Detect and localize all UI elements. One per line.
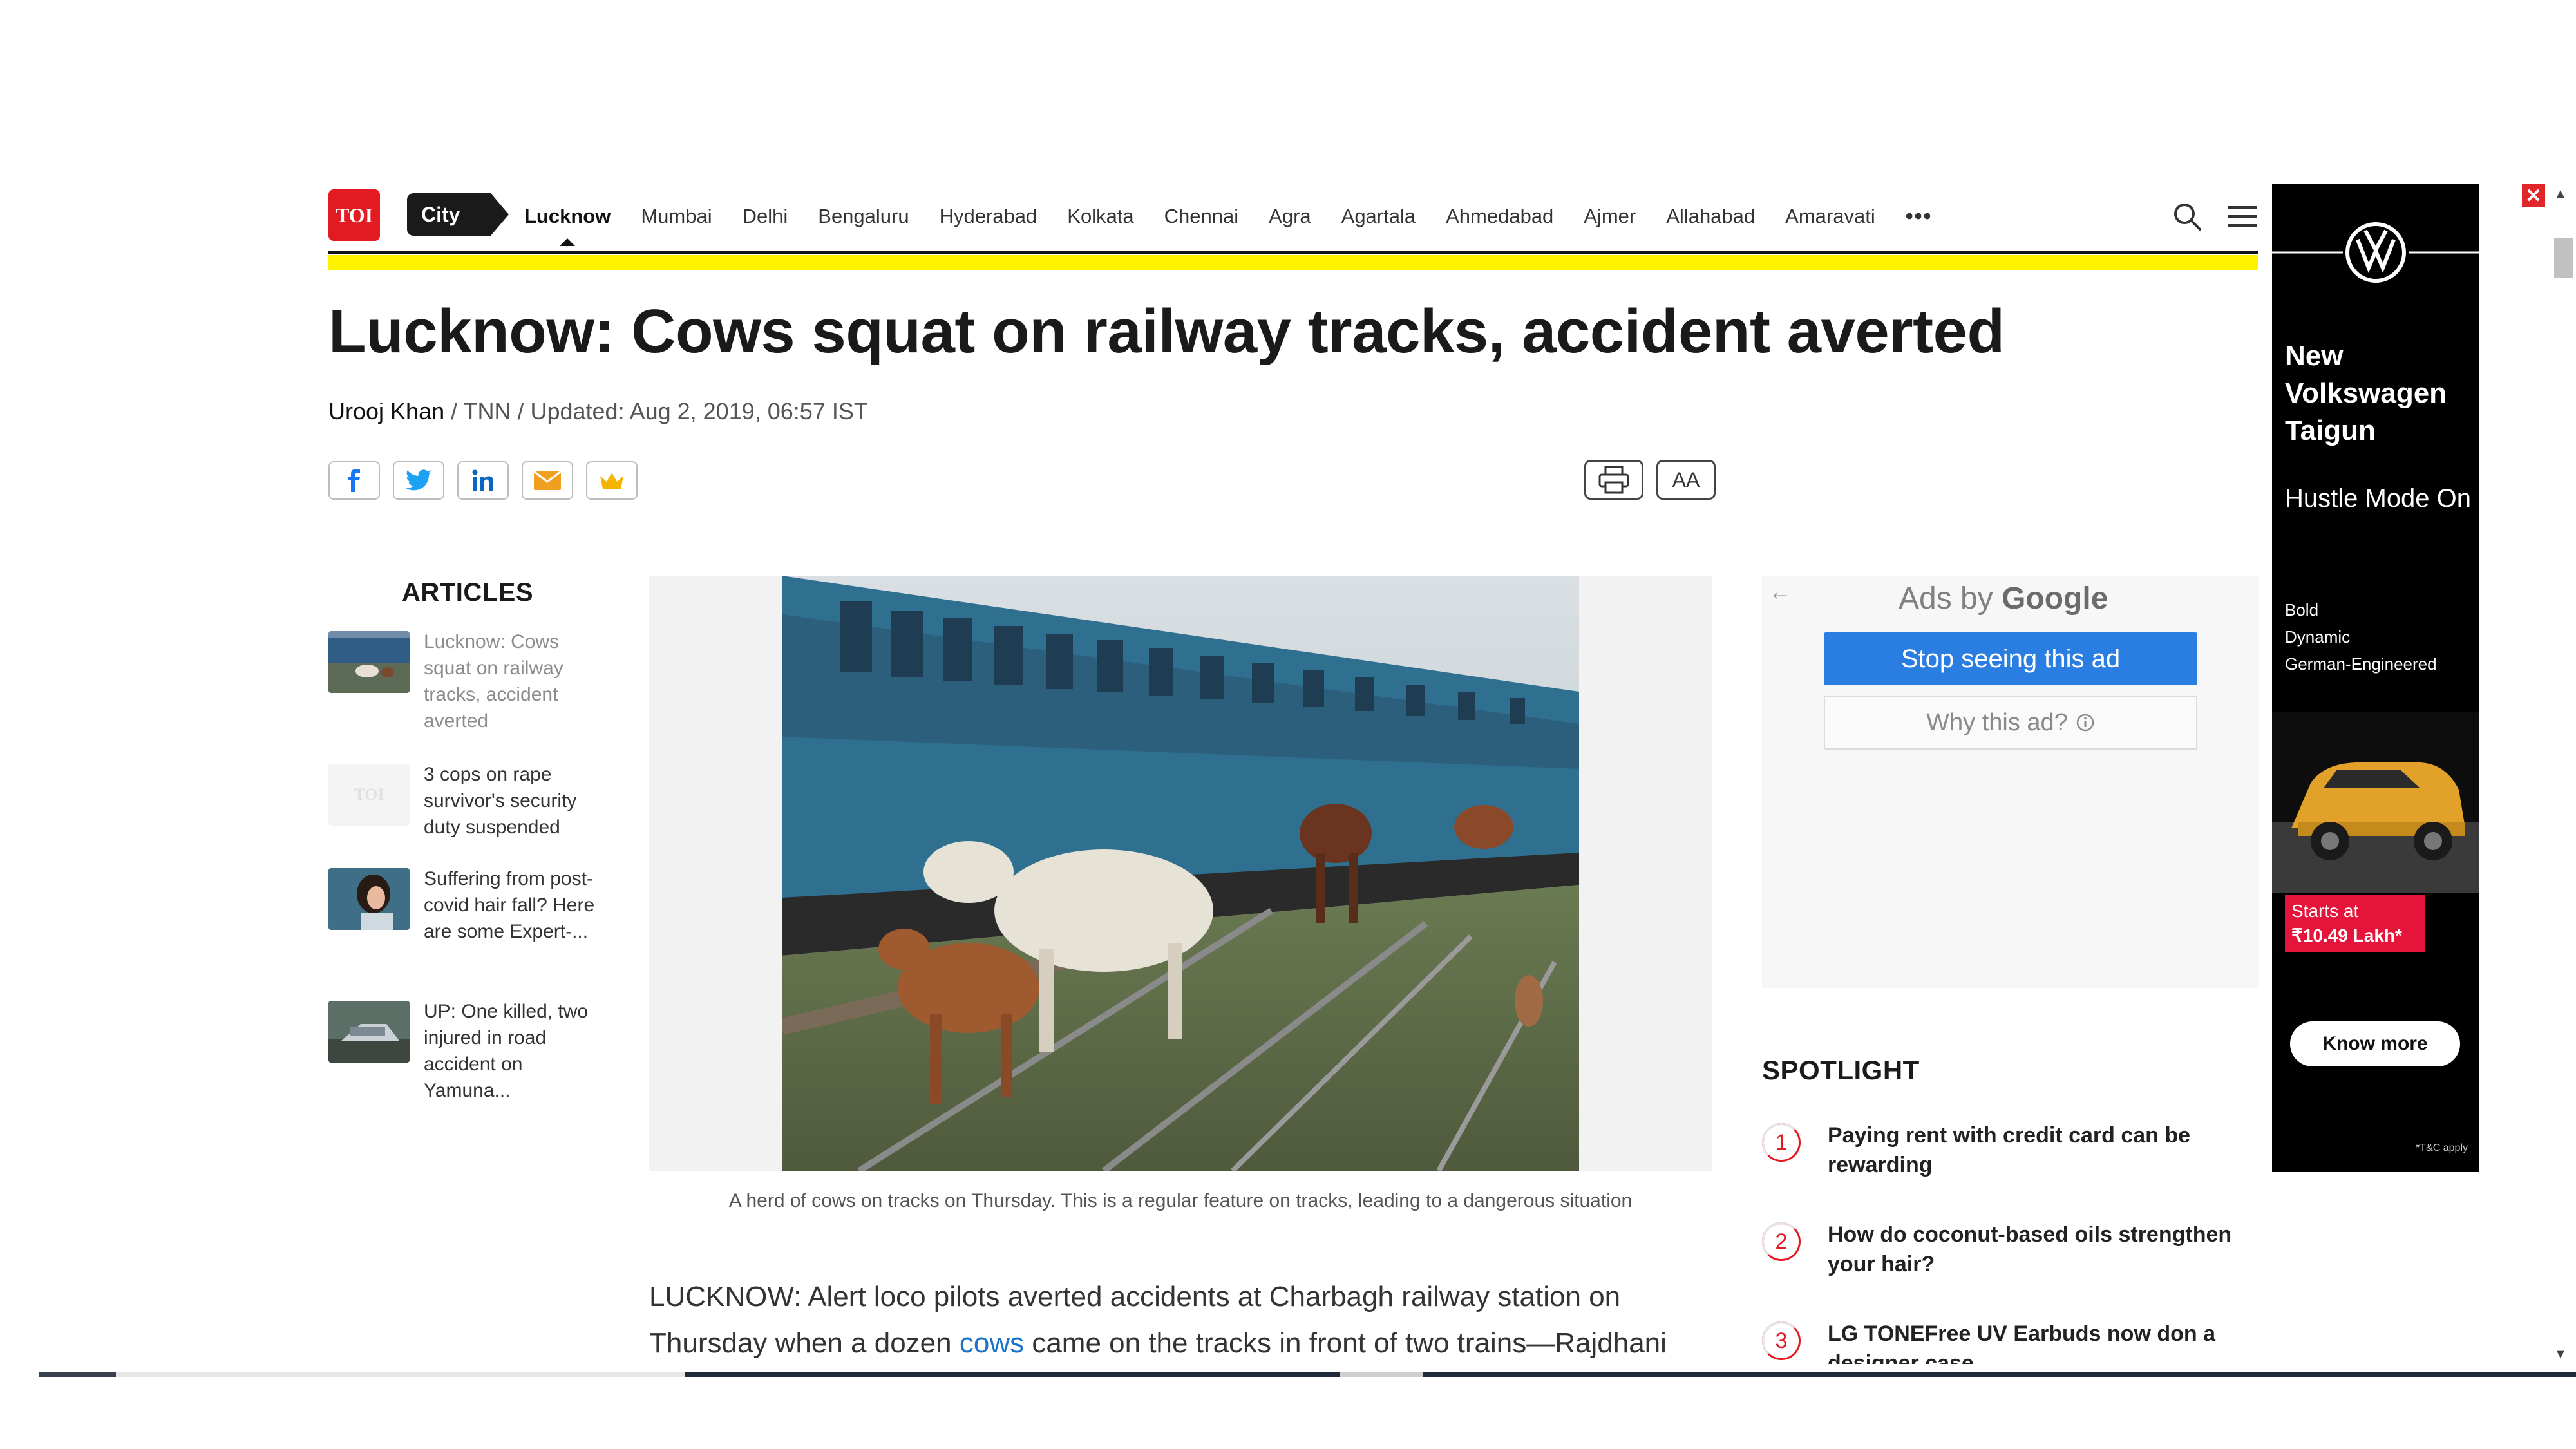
bottom-bar-segment	[116, 1372, 685, 1377]
toi-placeholder-logo: TOI	[354, 785, 384, 804]
twitter-share-button[interactable]	[393, 461, 444, 500]
author-name[interactable]: Urooj Khan	[328, 398, 444, 424]
nav-link-agra[interactable]: Agra	[1269, 205, 1311, 228]
vw-price-label: Starts at	[2291, 901, 2359, 921]
google-ad-feedback: ← Ads by Google Stop seeing this ad Why …	[1762, 576, 2259, 988]
nav-divider	[328, 251, 2258, 254]
font-size-button[interactable]: AA	[1656, 460, 1716, 500]
close-icon[interactable]: ✕	[2522, 184, 2545, 207]
cows-link[interactable]: cows	[960, 1327, 1024, 1359]
nav-link-ajmer[interactable]: Ajmer	[1584, 205, 1636, 228]
volkswagen-logo-icon	[2272, 222, 2479, 283]
mail-share-button[interactable]	[522, 461, 573, 500]
print-button[interactable]	[1584, 460, 1643, 500]
more-dots-icon[interactable]: •••	[1906, 204, 1933, 229]
mail-icon	[533, 470, 562, 490]
scrollbar-thumb[interactable]	[2554, 238, 2573, 278]
spotlight-title: How do coconut-based oils strengthen you…	[1828, 1222, 2232, 1276]
article-thumbnail	[328, 868, 410, 930]
article-list-title: 3 cops on rape survivor's security duty …	[424, 764, 577, 838]
article-thumbnail	[328, 1001, 410, 1063]
articles-heading: ARTICLES	[402, 578, 533, 607]
premium-share-button[interactable]	[586, 461, 638, 500]
article-list-title: UP: One killed, two injured in road acci…	[424, 1001, 589, 1101]
spotlight-title: Paying rent with credit card can be rewa…	[1828, 1123, 2191, 1177]
vw-tagline: Dynamic	[2285, 627, 2351, 647]
vw-ad-title: New Volkswagen Taigun	[2285, 340, 2447, 446]
bottom-bar-segment	[39, 1372, 116, 1377]
stop-seeing-ad-button[interactable]: Stop seeing this ad	[1824, 632, 2197, 685]
vw-tagline: German-Engineered	[2285, 654, 2437, 674]
google-wordmark: Google	[2002, 582, 2108, 616]
vw-terms: *T&C apply	[2416, 1142, 2468, 1153]
nav-link-chennai[interactable]: Chennai	[1164, 205, 1238, 228]
article-body-text: came on the tracks in front of two train…	[1024, 1327, 1667, 1359]
back-arrow-icon[interactable]: ←	[1768, 578, 1792, 605]
spotlight-rank: 2	[1762, 1222, 1801, 1261]
print-icon	[1598, 466, 1629, 494]
nav-link-kolkata[interactable]: Kolkata	[1067, 205, 1133, 228]
article-body: LUCKNOW: Alert loco pilots averted accid…	[649, 1274, 1731, 1367]
article-list-title: Lucknow: Cows squat on railway tracks, a…	[424, 631, 564, 732]
nav-link-ahmedabad[interactable]: Ahmedabad	[1446, 205, 1553, 228]
nav-link-lucknow[interactable]: Lucknow	[524, 205, 611, 246]
know-more-button[interactable]: Know more	[2290, 1021, 2460, 1066]
nav-link-mumbai[interactable]: Mumbai	[641, 205, 712, 228]
ads-by-google-label: Ads by Google	[1899, 581, 2108, 616]
city-section-tag[interactable]: City	[407, 193, 509, 236]
vw-tagline: Bold	[2285, 600, 2319, 620]
nav-accent-bar	[328, 255, 2258, 270]
vw-price-value: ₹10.49 Lakh*	[2291, 925, 2402, 945]
byline-details: / TNN / Updated: Aug 2, 2019, 06:57 IST	[444, 398, 868, 424]
vw-car-image	[2272, 712, 2479, 893]
page-scrollbar[interactable]	[2550, 184, 2576, 1379]
article-byline: Urooj Khan / TNN / Updated: Aug 2, 2019,…	[328, 398, 868, 425]
nav-link-allahabad[interactable]: Allahabad	[1666, 205, 1755, 228]
top-navigation: TOI City Lucknow Mumbai Delhi Bengaluru …	[328, 187, 2260, 246]
spotlight-title: LG TONEFree UV Earbuds now don a designe…	[1828, 1321, 2216, 1364]
article-headline: Lucknow: Cows squat on railway tracks, a…	[328, 297, 2005, 366]
nav-link-amaravati[interactable]: Amaravati	[1785, 205, 1875, 228]
twitter-icon	[406, 469, 431, 491]
image-caption: A herd of cows on tracks on Thursday. Th…	[728, 1190, 1633, 1211]
article-photo	[782, 576, 1579, 1171]
spotlight-rank: 1	[1762, 1123, 1801, 1162]
info-icon	[2076, 714, 2094, 732]
volkswagen-ad[interactable]: New Volkswagen Taigun Hustle Mode On Bol…	[2272, 184, 2479, 1172]
nav-link-hyderabad[interactable]: Hyderabad	[940, 205, 1037, 228]
vw-ad-taglines: Bold Dynamic German-Engineered	[2285, 596, 2472, 677]
article-list-title: Suffering from post-covid hair fall? Her…	[424, 868, 595, 942]
vw-ad-subtitle: Hustle Mode On	[2285, 484, 2472, 513]
article-image-frame	[649, 576, 1712, 1171]
nav-link-delhi[interactable]: Delhi	[743, 205, 788, 228]
search-icon[interactable]	[2172, 201, 2202, 232]
article-thumbnail	[328, 631, 410, 693]
spotlight-heading: SPOTLIGHT	[1762, 1055, 1920, 1085]
crown-icon	[600, 473, 623, 489]
bottom-bar-segment	[1340, 1372, 1423, 1377]
why-this-ad-label: Why this ad?	[1926, 708, 2068, 736]
font-size-label: AA	[1672, 468, 1700, 491]
toi-logo[interactable]: TOI	[328, 189, 380, 241]
facebook-share-button[interactable]	[328, 461, 380, 500]
hamburger-menu-icon[interactable]	[2227, 204, 2258, 229]
ads-label-prefix: Ads by	[1899, 582, 2002, 616]
article-thumbnail: TOI	[328, 764, 410, 826]
scroll-up-arrow-icon[interactable]: ▲	[2554, 187, 2567, 202]
facebook-icon	[348, 469, 360, 492]
share-bar	[328, 461, 638, 500]
linkedin-share-button[interactable]	[457, 461, 509, 500]
nav-link-bengaluru[interactable]: Bengaluru	[818, 205, 909, 228]
vw-price-tag: Starts at ₹10.49 Lakh*	[2285, 895, 2425, 952]
linkedin-icon	[472, 469, 493, 491]
spotlight-rank: 3	[1762, 1321, 1801, 1360]
nav-link-agartala[interactable]: Agartala	[1341, 205, 1416, 228]
scroll-down-arrow-icon[interactable]: ▼	[2554, 1347, 2567, 1362]
why-this-ad-button[interactable]: Why this ad?	[1824, 696, 2197, 750]
city-nav-links: Lucknow Mumbai Delhi Bengaluru Hyderabad…	[524, 187, 1932, 246]
